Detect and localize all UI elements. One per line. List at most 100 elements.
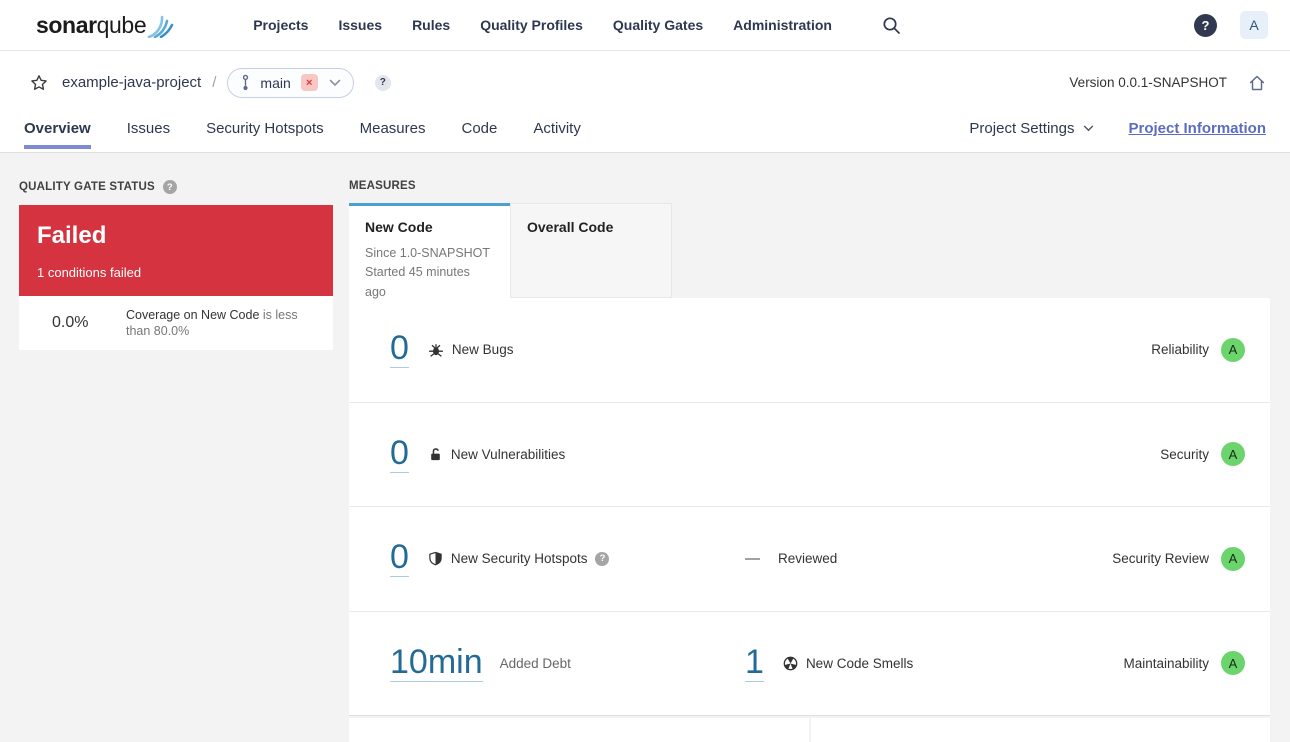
favorite-star-icon[interactable] [30, 74, 48, 92]
search-icon [883, 16, 900, 34]
quality-gate-title-text: QUALITY GATE STATUS [19, 181, 155, 193]
logo-swoosh-icon [147, 15, 174, 38]
hotspots-help-icon[interactable]: ? [595, 551, 610, 566]
new-security-hotspots-count-link[interactable]: 0 [390, 540, 409, 578]
security-review-domain: Security Review A [1112, 546, 1245, 571]
measures-section-title: MEASURES [349, 180, 1270, 192]
open-lock-icon [428, 447, 443, 462]
version-label: Version 0.0.1-SNAPSHOT [1069, 75, 1227, 90]
added-debt-label: Added Debt [499, 655, 571, 671]
nav-item-projects[interactable]: Projects [253, 17, 308, 33]
top-nav: sonarqube Projects Issues Rules Quality … [0, 0, 1290, 51]
project-name-link[interactable]: example-java-project [62, 74, 201, 91]
tab-issues[interactable]: Issues [127, 114, 170, 152]
tab-security-hotspots[interactable]: Security Hotspots [206, 114, 324, 152]
header-right: Version 0.0.1-SNAPSHOT [1069, 74, 1266, 92]
new-vulnerabilities-label: New Vulnerabilities [450, 446, 566, 462]
security-review-label: Security Review [1112, 551, 1209, 567]
quality-gate-status-card: Failed 1 conditions failed [19, 205, 333, 296]
tab-overall-code[interactable]: Overall Code [510, 203, 672, 298]
reviewed-label: Reviewed [778, 551, 838, 567]
new-bugs-label: New Bugs [451, 342, 514, 358]
top-nav-right: ? A [1194, 11, 1268, 39]
tab-code[interactable]: Code [461, 114, 497, 152]
hotspots-cell: 0 New Security Hotspots ? [349, 540, 745, 578]
reliability-label: Reliability [1151, 342, 1209, 358]
maintainability-rating-badge[interactable]: A [1221, 651, 1245, 676]
maintainability-domain: Maintainability A [1123, 651, 1245, 676]
search-button[interactable] [882, 16, 901, 35]
new-code-since: Since 1.0-SNAPSHOT [365, 246, 491, 260]
measures-period-tabs: New Code Since 1.0-SNAPSHOT Started 45 m… [349, 203, 1270, 299]
logo-text: sonarqube [36, 12, 147, 38]
nav-item-rules[interactable]: Rules [412, 17, 450, 33]
tab-activity[interactable]: Activity [533, 114, 581, 152]
nav-item-quality-profiles[interactable]: Quality Profiles [480, 17, 583, 33]
overall-code-tab-label: Overall Code [527, 219, 614, 235]
project-tabs-row: Overview Issues Security Hotspots Measur… [0, 114, 1290, 152]
measure-row-maintainability: 10min Added Debt 1 New Code Smells Maint… [349, 612, 1270, 716]
new-code-period: Since 1.0-SNAPSHOT Started 45 minutes ag… [365, 244, 494, 302]
maintainability-label: Maintainability [1123, 655, 1209, 671]
new-bugs-count-link[interactable]: 0 [390, 331, 409, 369]
tab-overview[interactable]: Overview [24, 114, 91, 152]
added-debt-link[interactable]: 10min [390, 645, 483, 682]
home-icon [1249, 75, 1265, 90]
project-settings-menu[interactable]: Project Settings [969, 120, 1094, 137]
measures-title-text: MEASURES [349, 180, 416, 192]
main-nav-links: Projects Issues Rules Quality Profiles Q… [253, 17, 832, 33]
security-rating-badge[interactable]: A [1221, 442, 1245, 467]
measure-row-vulnerabilities: 0 New Vulnerabilities Security A [349, 403, 1270, 507]
project-settings-label: Project Settings [969, 120, 1075, 137]
project-tabs-right: Project Settings Project Information [969, 120, 1266, 146]
help-icon[interactable]: ? [1194, 13, 1217, 37]
nav-item-issues[interactable]: Issues [338, 17, 382, 33]
branch-name: main [260, 74, 291, 91]
failed-condition-row[interactable]: 0.0% Coverage on New Code is less than 8… [19, 296, 333, 350]
breadcrumb: example-java-project / main × ? Version … [0, 51, 1290, 114]
overview-content: QUALITY GATE STATUS ? Failed 1 condition… [0, 153, 1290, 742]
chevron-down-icon [1084, 125, 1094, 132]
condition-value: 0.0% [52, 314, 89, 331]
new-code-smells-label: New Code Smells [805, 655, 914, 671]
project-tabs: Overview Issues Security Hotspots Measur… [24, 114, 581, 152]
security-domain: Security A [1160, 442, 1245, 467]
project-information-link[interactable]: Project Information [1128, 120, 1266, 137]
sonarqube-logo[interactable]: sonarqube [36, 10, 175, 40]
security-hotspot-shield-icon [428, 551, 443, 566]
new-security-hotspots-label: New Security Hotspots [450, 551, 588, 567]
nav-item-administration[interactable]: Administration [733, 17, 832, 33]
reviewed-value: — [745, 550, 762, 568]
security-label: Security [1160, 446, 1209, 462]
tab-new-code[interactable]: New Code Since 1.0-SNAPSHOT Started 45 m… [349, 203, 510, 299]
branch-help-icon[interactable]: ? [374, 74, 391, 91]
user-avatar[interactable]: A [1240, 11, 1268, 39]
measures-panel: 0 New Bugs Reliability A 0 New Vulnerabi… [349, 298, 1270, 716]
chevron-down-icon [329, 79, 341, 87]
condition-metric: Coverage on New Code [126, 307, 260, 322]
branch-icon [243, 74, 249, 90]
code-smell-icon [783, 656, 798, 671]
measure-row-security-hotspots: 0 New Security Hotspots ? — Reviewed Sec… [349, 507, 1270, 612]
reliability-rating-badge[interactable]: A [1221, 337, 1245, 362]
duplications-card-partial [811, 718, 1270, 742]
quality-gate-status: Failed [37, 222, 107, 249]
homepage-button[interactable] [1248, 74, 1266, 92]
new-vulnerabilities-count-link[interactable]: 0 [390, 436, 409, 473]
new-code-tab-label: New Code [365, 219, 433, 235]
reliability-domain: Reliability A [1151, 337, 1245, 362]
tab-measures[interactable]: Measures [360, 114, 426, 152]
measure-row-bugs: 0 New Bugs Reliability A [349, 298, 1270, 403]
branch-clear-button[interactable]: × [300, 74, 318, 91]
condition-description: Coverage on New Code is less than 80.0% [126, 307, 319, 340]
measures-section: MEASURES New Code Since 1.0-SNAPSHOT Sta… [349, 171, 1270, 742]
nav-item-quality-gates[interactable]: Quality Gates [613, 17, 703, 33]
security-review-rating-badge[interactable]: A [1221, 546, 1245, 571]
added-debt-cell: 10min Added Debt [349, 645, 745, 682]
branch-selector[interactable]: main × [227, 67, 354, 98]
quality-gate-help-icon[interactable]: ? [162, 180, 177, 194]
bugs-cell: 0 New Bugs [349, 331, 745, 369]
quality-gate-section: QUALITY GATE STATUS ? Failed 1 condition… [19, 171, 333, 742]
new-code-smells-count-link[interactable]: 1 [745, 645, 764, 682]
quality-gate-conditions-summary: 1 conditions failed [37, 265, 142, 280]
